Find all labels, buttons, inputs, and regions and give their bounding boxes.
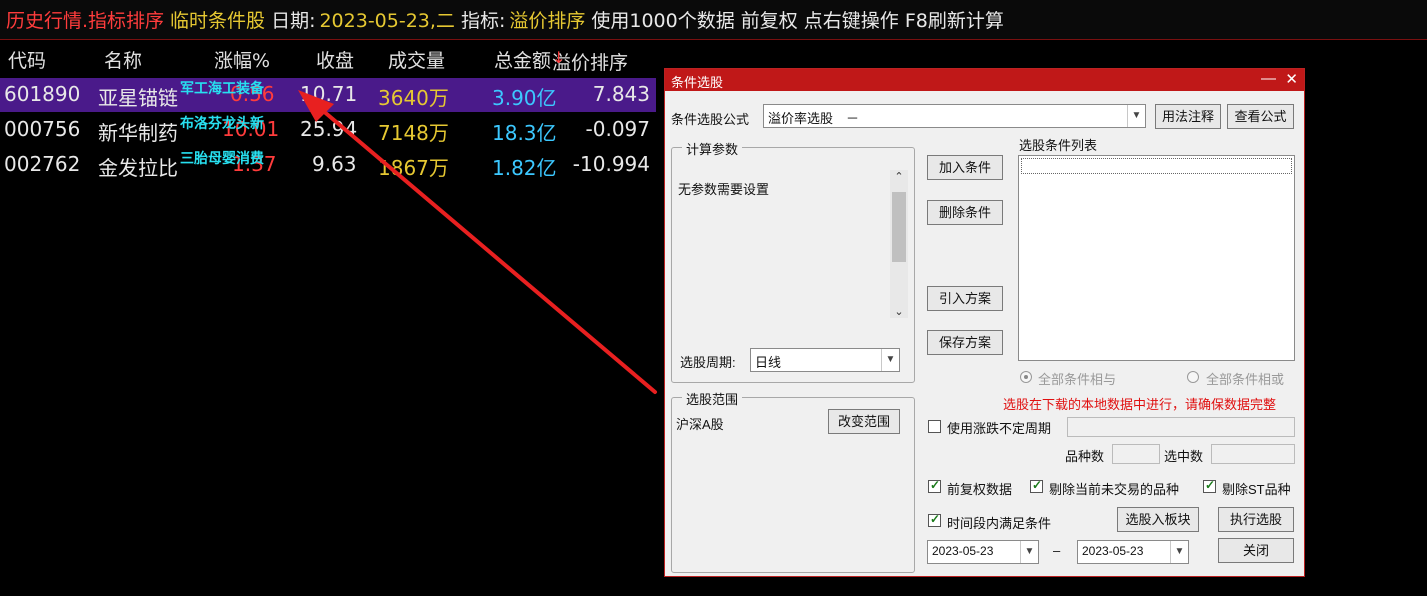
add-condition-button[interactable]: 加入条件 [927,155,1003,180]
to-block-button[interactable]: 选股入板块 [1117,507,1199,532]
period-select[interactable]: 日线 ▼ [750,348,900,372]
condition-list[interactable] [1018,155,1295,361]
date-from-picker[interactable]: 2023-05-23 ▼ [927,540,1039,564]
period-value: 日线 [755,355,782,370]
delete-condition-button[interactable]: 删除条件 [927,200,1003,225]
date-to-picker[interactable]: 2023-05-23 ▼ [1077,540,1189,564]
params-text: 无参数需要设置 [678,182,770,197]
scroll-thumb[interactable] [892,192,906,262]
exclude-untraded-label: 剔除当前未交易的品种 [1049,482,1180,497]
forward-adjust-label: 前复权数据 [947,482,1013,497]
view-formula-button[interactable]: 查看公式 [1227,104,1294,129]
date-to-value: 2023-05-23 [1082,544,1144,558]
import-plan-button[interactable]: 引入方案 [927,286,1003,311]
count-label: 品种数 [1065,449,1105,464]
scope-group: 选股范围 沪深A股 改变范围 [671,389,915,573]
execute-button[interactable]: 执行选股 [1218,507,1294,532]
chevron-down-icon: ▼ [1020,541,1038,563]
period-label: 选股周期: [680,355,736,370]
params-group: 计算参数 无参数需要设置 ⌃ ⌄ 选股周期: 日线 ▼ [671,139,915,383]
scroll-down-icon[interactable]: ⌄ [890,305,908,318]
period-condition-label: 时间段内满足条件 [947,516,1052,531]
params-group-title: 计算参数 [682,139,743,158]
selected-label: 选中数 [1164,449,1204,464]
params-scrollbar[interactable]: ⌃ ⌄ [890,170,908,318]
formula-value: 溢价率选股 － [768,111,860,126]
formula-label: 条件选股公式 [671,112,750,127]
warning-text: 选股在下载的本地数据中进行，请确保数据完整 [1003,397,1277,412]
condition-list-title: 选股条件列表 [1019,138,1098,153]
checkbox-forward-adjust[interactable] [928,478,941,493]
chevron-down-icon: ▼ [1170,541,1188,563]
usage-button[interactable]: 用法注释 [1155,104,1221,129]
chevron-down-icon: ▼ [1127,105,1145,127]
date-from-value: 2023-05-23 [932,544,994,558]
checkbox-exclude-st[interactable] [1203,478,1216,493]
radio-all-or[interactable] [1187,371,1199,383]
uncertain-period-field[interactable] [1067,417,1295,437]
save-plan-button[interactable]: 保存方案 [927,330,1003,355]
scroll-up-icon[interactable]: ⌃ [890,170,908,183]
change-scope-button[interactable]: 改变范围 [828,409,900,434]
selected-field [1211,444,1295,464]
dialog-title-bar[interactable]: 条件选股 — ✕ [665,69,1304,91]
radio-all-or-label: 全部条件相或 [1206,372,1285,387]
checkbox-uncertain-period[interactable] [928,420,941,433]
list-focus-item[interactable] [1021,158,1292,174]
formula-select[interactable]: 溢价率选股 － ▼ [763,104,1146,128]
scope-value: 沪深A股 [676,417,724,432]
close-icon[interactable]: ✕ [1285,70,1298,88]
scope-group-title: 选股范围 [682,389,743,408]
stock-screener-dialog: 条件选股 — ✕ 条件选股公式 溢价率选股 － ▼ 用法注释 查看公式 计算参数… [664,68,1305,577]
date-separator: – [1053,543,1061,558]
close-button[interactable]: 关闭 [1218,538,1294,563]
count-field [1112,444,1160,464]
dialog-title: 条件选股 [671,75,724,90]
radio-all-and[interactable] [1020,371,1032,383]
exclude-st-label: 剔除ST品种 [1222,482,1291,497]
uncertain-period-label: 使用涨跌不定周期 [947,421,1052,436]
minimize-icon[interactable]: — [1261,70,1276,87]
radio-all-and-label: 全部条件相与 [1038,372,1117,387]
chevron-down-icon: ▼ [881,349,899,371]
checkbox-period-condition[interactable] [928,512,941,527]
checkbox-exclude-untraded[interactable] [1030,478,1043,493]
